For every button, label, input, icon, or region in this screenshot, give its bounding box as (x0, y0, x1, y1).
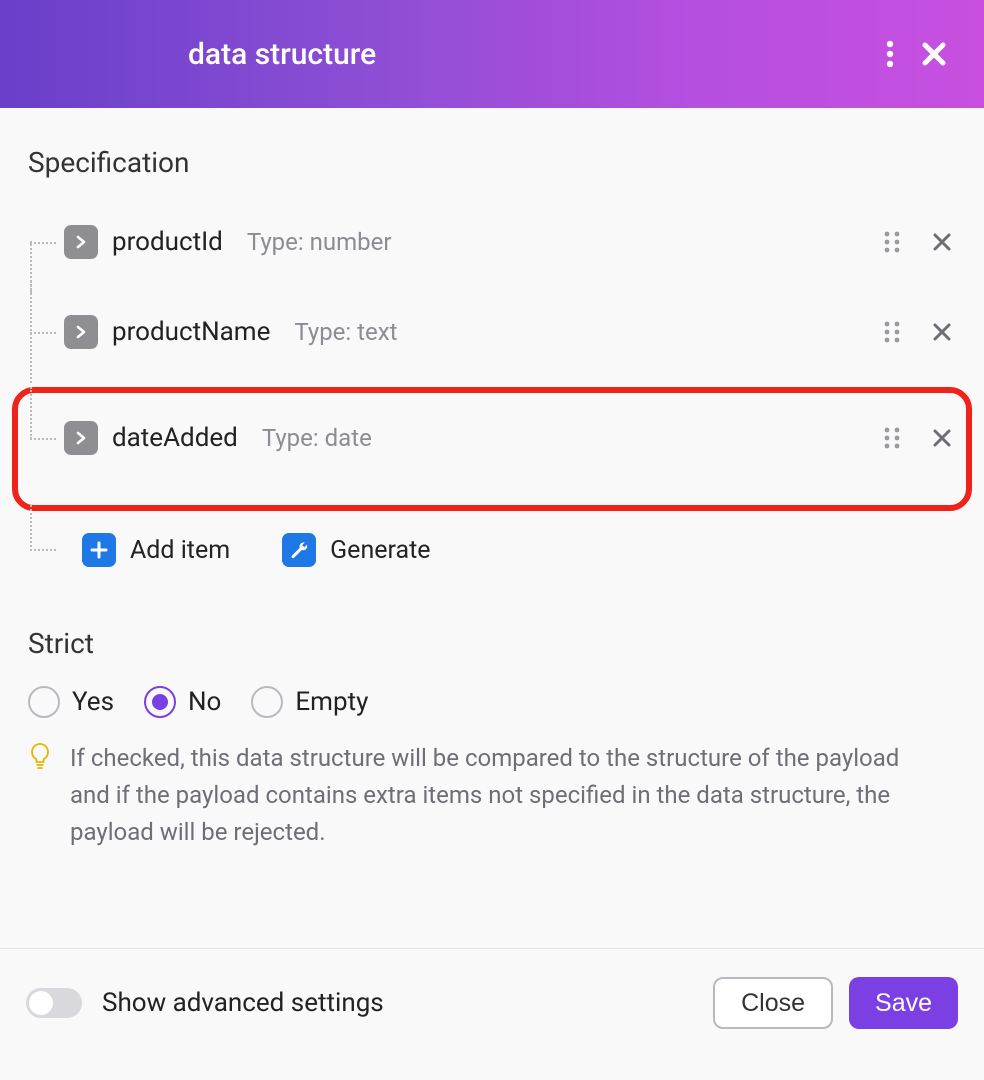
tree-connector (28, 221, 64, 263)
spec-item-type: Type: date (262, 424, 372, 452)
remove-item-icon[interactable] (928, 318, 956, 346)
strict-hint: If checked, this data structure will be … (28, 740, 956, 852)
spec-item-type: Type: number (247, 228, 392, 256)
kebab-menu-icon[interactable] (868, 32, 912, 76)
expand-button[interactable] (64, 225, 98, 259)
remove-item-icon[interactable] (928, 424, 956, 452)
tree-connector (28, 535, 64, 565)
dialog-footer: Show advanced settings Close Save (0, 948, 984, 1057)
tree-connector (28, 311, 64, 353)
dialog-title: data structure (188, 37, 376, 72)
advanced-settings-label: Show advanced settings (102, 988, 384, 1018)
radio-label: No (188, 687, 221, 717)
strict-radio-group: Yes No Empty (28, 686, 956, 718)
spec-item: productName Type: text (28, 287, 956, 377)
strict-section: Strict Yes No Empty If checked, this dat… (0, 579, 984, 852)
remove-item-icon[interactable] (928, 228, 956, 256)
spec-actions: Add item Generate (28, 511, 956, 579)
radio-label: Empty (295, 687, 368, 717)
generate-label: Generate (330, 536, 430, 565)
specification-heading: Specification (28, 146, 956, 179)
save-button[interactable]: Save (849, 977, 958, 1029)
radio-circle (28, 686, 60, 718)
spec-item-type: Type: text (294, 318, 397, 346)
strict-hint-text: If checked, this data structure will be … (70, 740, 926, 852)
radio-yes[interactable]: Yes (28, 686, 114, 718)
lightbulb-icon (28, 742, 54, 768)
tree-connector (28, 417, 64, 459)
radio-circle (144, 686, 176, 718)
drag-handle-icon[interactable] (878, 424, 906, 452)
radio-circle (251, 686, 283, 718)
dialog-header: data structure (0, 0, 984, 108)
close-icon[interactable] (912, 32, 956, 76)
spec-item-name: productId (112, 227, 223, 257)
plus-icon (82, 533, 116, 567)
expand-button[interactable] (64, 315, 98, 349)
drag-handle-icon[interactable] (878, 228, 906, 256)
wrench-icon (282, 533, 316, 567)
specification-list: productId Type: number productName Type:… (28, 197, 956, 579)
specification-section: Specification productId Type: number (0, 108, 984, 579)
strict-heading: Strict (28, 627, 956, 660)
radio-no[interactable]: No (144, 686, 221, 718)
spec-item-highlighted: dateAdded Type: date (12, 387, 972, 511)
radio-label: Yes (72, 687, 114, 717)
generate-button[interactable]: Generate (282, 533, 430, 567)
toggle-knob (29, 991, 53, 1015)
add-item-button[interactable]: Add item (82, 533, 230, 567)
spec-item-name: productName (112, 317, 270, 347)
add-item-label: Add item (130, 536, 230, 565)
advanced-settings-toggle[interactable] (26, 988, 82, 1018)
spec-item: productId Type: number (28, 197, 956, 287)
expand-button[interactable] (64, 421, 98, 455)
radio-empty[interactable]: Empty (251, 686, 368, 718)
close-button[interactable]: Close (713, 977, 833, 1029)
drag-handle-icon[interactable] (878, 318, 906, 346)
spec-item-name: dateAdded (112, 423, 238, 453)
